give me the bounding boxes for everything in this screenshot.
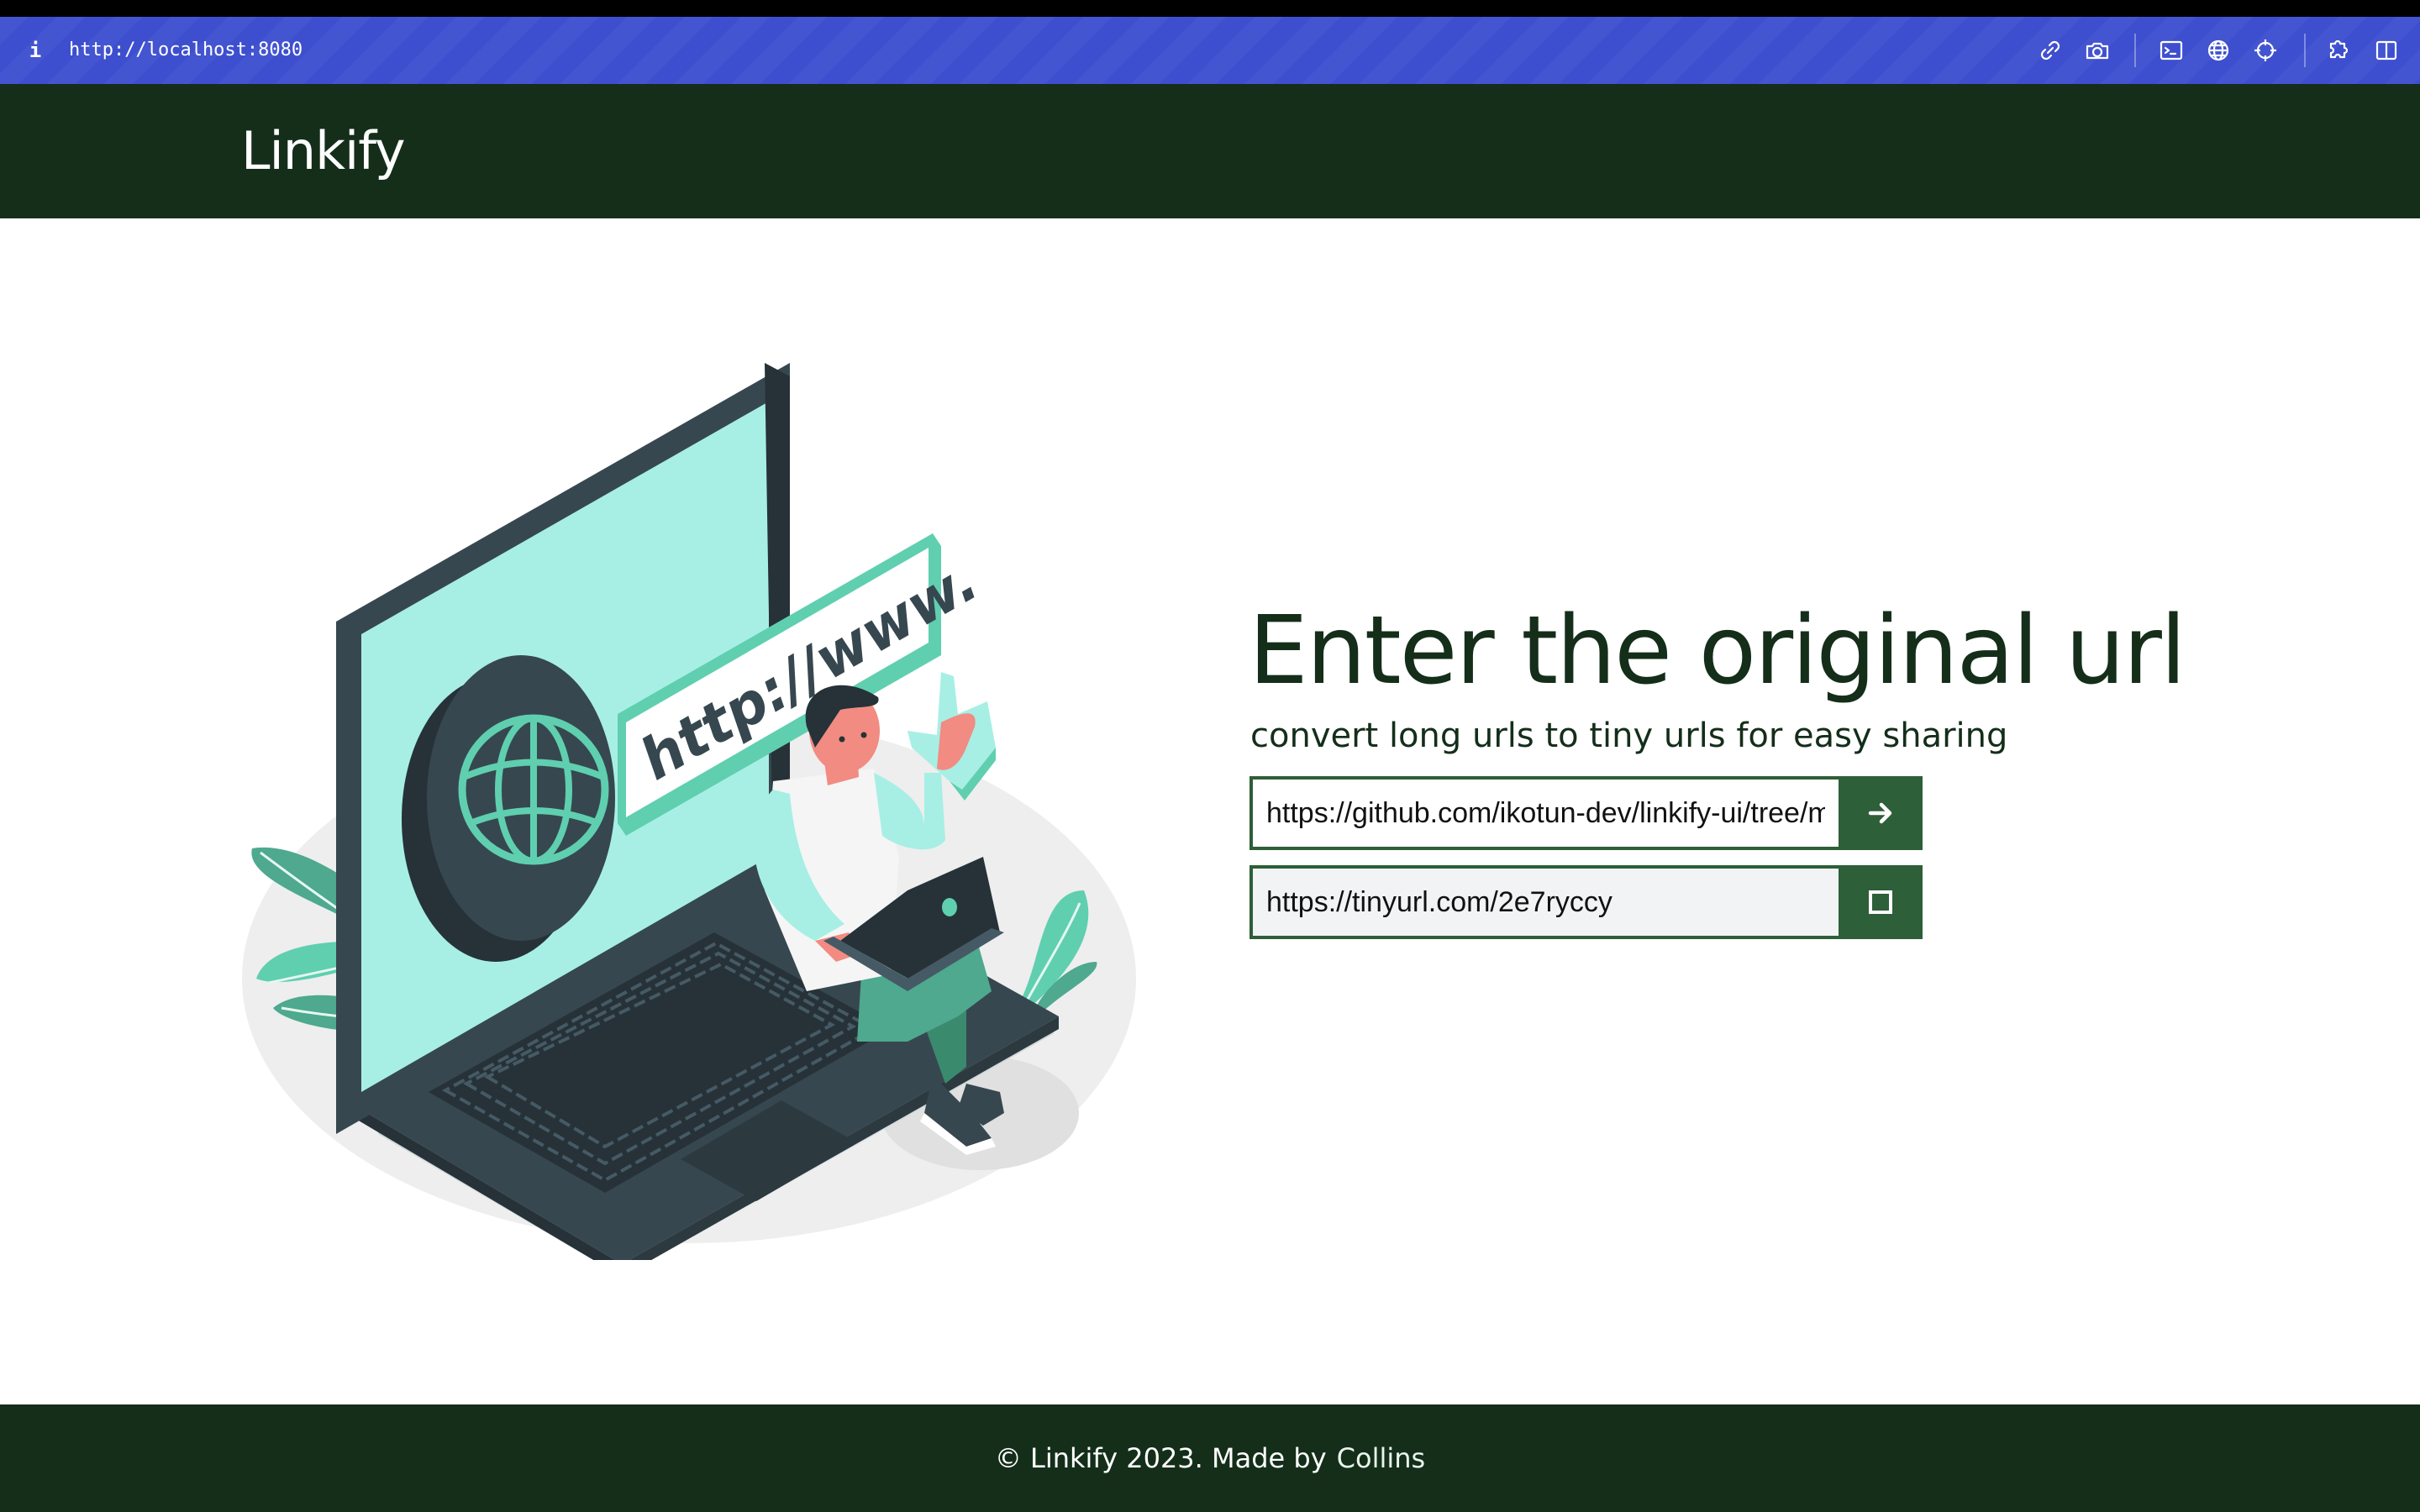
main-content: http://www. Enter the original url conve… [0,218,2420,1404]
screen-top-strip [0,0,2420,17]
copy-button[interactable] [1839,865,1923,939]
footer-copyright: © Linkify 2023. Made by [994,1442,1327,1474]
site-info-icon[interactable]: i [25,35,45,66]
link-icon[interactable] [2037,37,2064,64]
original-url-input[interactable] [1249,776,1839,850]
hero-title: Enter the original url [1249,596,2186,706]
hero-subtitle: convert long urls to tiny urls for easy … [1250,717,2008,755]
arrow-right-icon [1868,802,1892,824]
copy-icon [1869,890,1892,914]
crosshair-icon[interactable] [2252,37,2279,64]
footer-author-link[interactable]: Collins [1337,1442,1426,1474]
browser-toolbar: i http://localhost:8080 [0,17,2420,84]
original-url-form [1249,776,1923,850]
site-footer: © Linkify 2023. Made by Collins [0,1404,2420,1512]
extensions-icon[interactable] [2326,37,2353,64]
laptop-illustration: http://www. [242,363,1136,1260]
address-bar-url[interactable]: http://localhost:8080 [69,35,302,66]
camera-icon[interactable] [2084,37,2111,64]
short-url-output[interactable] [1249,865,1839,939]
toolbar-divider [2134,34,2136,67]
site-header: Linkify [0,84,2420,218]
toolbar-divider [2304,34,2306,67]
shorten-button[interactable] [1839,776,1923,850]
sidebar-icon[interactable] [2373,37,2400,64]
site-logo[interactable]: Linkify [241,118,406,185]
short-url-form [1249,865,1923,939]
terminal-icon[interactable] [2158,37,2185,64]
globe-icon[interactable] [2205,37,2232,64]
